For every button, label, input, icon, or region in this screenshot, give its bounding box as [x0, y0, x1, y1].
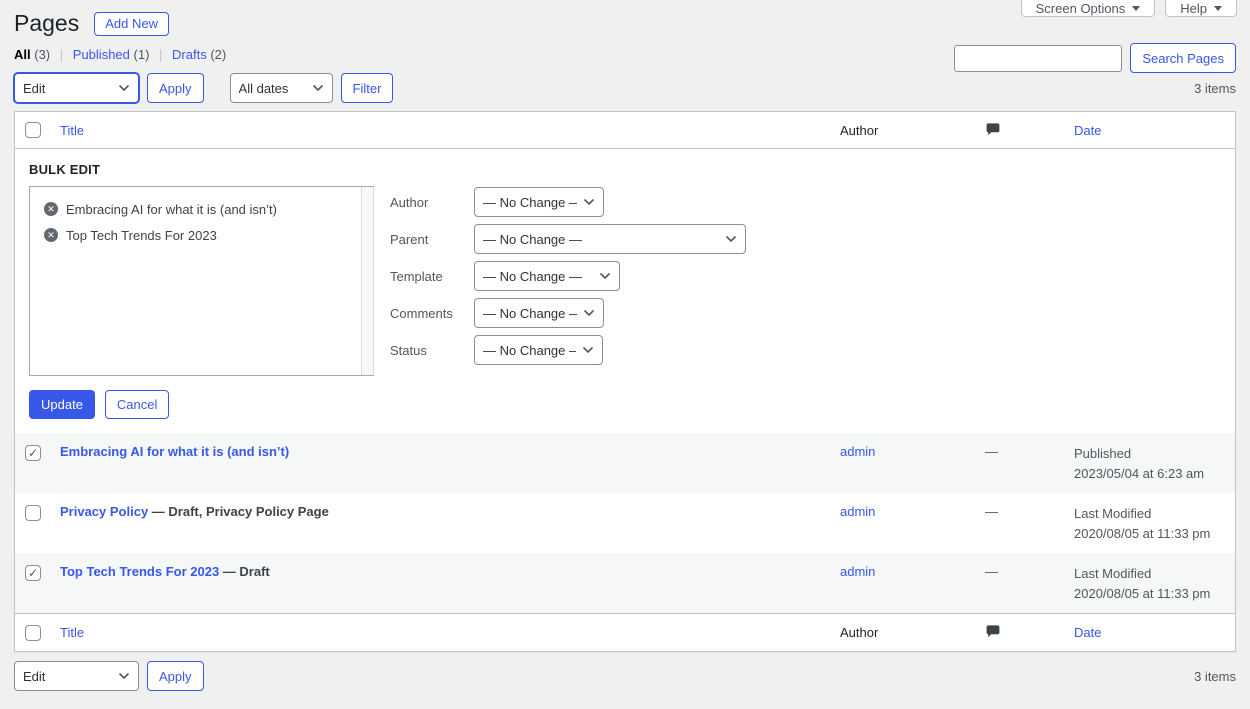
comment-bubble-icon — [985, 121, 1001, 137]
date-status: Published — [1074, 444, 1235, 464]
help-label: Help — [1180, 1, 1207, 16]
bulk-selected-titles-box: ✕ Embracing AI for what it is (and isn’t… — [29, 186, 374, 376]
filter-drafts-link[interactable]: Drafts — [172, 47, 207, 62]
remove-item-icon[interactable]: ✕ — [44, 228, 58, 242]
caret-down-icon — [1132, 6, 1140, 11]
search-input[interactable] — [954, 45, 1122, 72]
remove-item-icon[interactable]: ✕ — [44, 202, 58, 216]
column-author: Author — [840, 625, 955, 640]
items-count-bottom: 3 items — [1194, 669, 1236, 684]
bulk-action-select-top[interactable]: Edit — [14, 73, 139, 103]
dates-filter-select[interactable]: All dates — [230, 73, 333, 103]
table-footer-row: Title Author Date — [15, 613, 1235, 651]
bulk-action-select-bottom[interactable]: Edit — [14, 661, 139, 691]
column-title-sort[interactable]: Title — [60, 123, 84, 138]
field-parent-label: Parent — [390, 232, 474, 247]
filter-all-link[interactable]: All — [14, 47, 31, 62]
filter-button[interactable]: Filter — [341, 73, 394, 103]
toolbar-bottom: Edit Apply 3 items — [14, 661, 1236, 691]
filter-drafts-count: (2) — [210, 47, 226, 62]
select-all-checkbox-bottom[interactable] — [25, 625, 41, 641]
date-value: 2020/08/05 at 11:33 pm — [1074, 524, 1235, 544]
field-comments: Comments — No Change — — [390, 298, 746, 328]
bulk-item-title: Top Tech Trends For 2023 — [66, 228, 217, 243]
field-comments-label: Comments — [390, 306, 474, 321]
template-select[interactable]: — No Change — — [474, 261, 620, 291]
add-new-button[interactable]: Add New — [94, 12, 169, 36]
toolbar-top: Edit Apply All dates Filter 3 items — [14, 73, 1236, 103]
column-date-sort[interactable]: Date — [1074, 123, 1101, 138]
comment-bubble-icon — [985, 623, 1001, 639]
page-state-label: — Draft — [223, 564, 270, 579]
filter-separator: | — [60, 47, 63, 62]
field-author: Author — No Change — — [390, 187, 746, 217]
filter-published-count: (1) — [134, 47, 150, 62]
row-checkbox[interactable] — [25, 565, 41, 581]
bulk-selected-item: ✕ Embracing AI for what it is (and isn’t… — [44, 196, 373, 222]
comments-count: — — [985, 444, 998, 459]
parent-select[interactable]: — No Change — — [474, 224, 746, 254]
page-title-link[interactable]: Privacy Policy — [60, 504, 148, 519]
field-parent: Parent — No Change — — [390, 224, 746, 254]
comments-select[interactable]: — No Change — — [474, 298, 604, 328]
apply-button-bottom[interactable]: Apply — [147, 661, 204, 691]
table-row: Privacy Policy — Draft, Privacy Policy P… — [15, 493, 1235, 553]
bulk-edit-panel: BULK EDIT ✕ Embracing AI for what it is … — [15, 149, 1235, 433]
page-title-link[interactable]: Embracing AI for what it is (and isn’t) — [60, 444, 289, 459]
row-checkbox[interactable] — [25, 505, 41, 521]
caret-down-icon — [1214, 6, 1222, 11]
bulk-selected-item: ✕ Top Tech Trends For 2023 — [44, 222, 373, 248]
pages-list-table: Title Author Date BULK EDIT ✕ Embracing … — [14, 111, 1236, 652]
status-select[interactable]: — No Change — — [474, 335, 603, 365]
bulk-edit-fields: Author — No Change — Parent — No Change … — [390, 186, 746, 376]
comments-count: — — [985, 564, 998, 579]
comments-count: — — [985, 504, 998, 519]
screen-options-button[interactable]: Screen Options — [1021, 0, 1156, 17]
filter-published-link[interactable]: Published — [73, 47, 130, 62]
date-value: 2020/08/05 at 11:33 pm — [1074, 584, 1235, 604]
field-author-label: Author — [390, 195, 474, 210]
filter-all-count: (3) — [34, 47, 50, 62]
items-count-top: 3 items — [1194, 81, 1236, 96]
author-link[interactable]: admin — [840, 564, 875, 579]
table-header-row: Title Author Date — [15, 112, 1235, 149]
date-value: 2023/05/04 at 6:23 am — [1074, 464, 1235, 484]
page-title: Pages — [14, 9, 79, 38]
bulk-item-title: Embracing AI for what it is (and isn’t) — [66, 202, 277, 217]
scrollbar-track[interactable] — [361, 187, 374, 375]
date-status: Last Modified — [1074, 504, 1235, 524]
field-status-label: Status — [390, 343, 474, 358]
table-row: Top Tech Trends For 2023 — Draft admin —… — [15, 553, 1235, 613]
filter-separator: | — [159, 47, 162, 62]
author-link[interactable]: admin — [840, 504, 875, 519]
screen-options-label: Screen Options — [1036, 1, 1126, 16]
field-template: Template — No Change — — [390, 261, 746, 291]
author-select[interactable]: — No Change — — [474, 187, 604, 217]
update-button[interactable]: Update — [29, 390, 95, 419]
bulk-edit-legend: BULK EDIT — [29, 162, 1221, 177]
author-link[interactable]: admin — [840, 444, 875, 459]
page-state-label: — Draft, Privacy Policy Page — [152, 504, 329, 519]
apply-button-top[interactable]: Apply — [147, 73, 204, 103]
screen-meta-links: Screen Options Help — [1021, 0, 1237, 17]
date-status: Last Modified — [1074, 564, 1235, 584]
search-box: Search Pages — [954, 43, 1236, 73]
field-status: Status — No Change — — [390, 335, 746, 365]
help-button[interactable]: Help — [1165, 0, 1237, 17]
select-all-checkbox-top[interactable] — [25, 122, 41, 138]
search-pages-button[interactable]: Search Pages — [1130, 43, 1236, 73]
table-row: Embracing AI for what it is (and isn’t) … — [15, 433, 1235, 493]
page-title-link[interactable]: Top Tech Trends For 2023 — [60, 564, 219, 579]
column-author: Author — [840, 123, 955, 138]
column-title-sort[interactable]: Title — [60, 625, 84, 640]
cancel-button[interactable]: Cancel — [105, 390, 169, 419]
field-template-label: Template — [390, 269, 474, 284]
column-date-sort[interactable]: Date — [1074, 625, 1101, 640]
row-checkbox[interactable] — [25, 445, 41, 461]
